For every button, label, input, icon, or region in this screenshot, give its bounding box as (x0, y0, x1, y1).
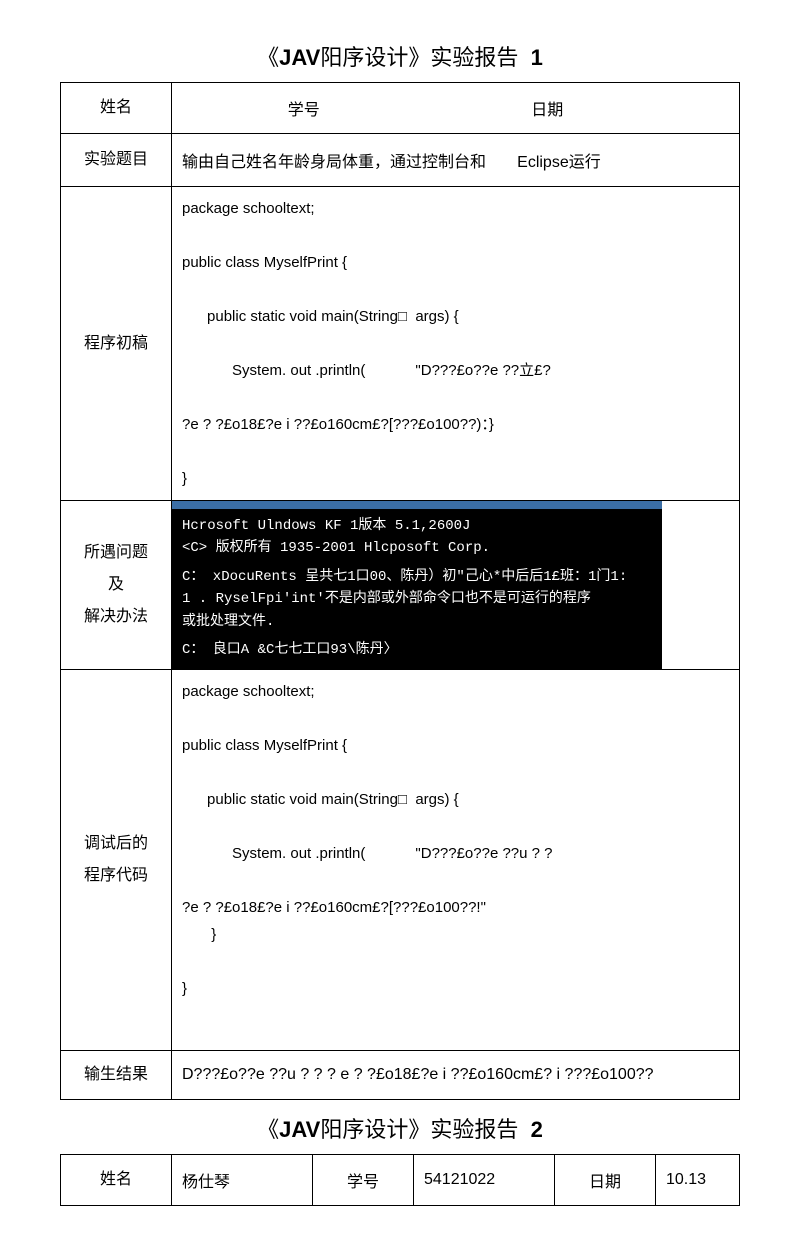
title-prefix: 《 (257, 45, 279, 70)
date-value: 10.13 (656, 1155, 740, 1206)
table-row: 实验题目 输由自己姓名年龄身局体重，通过控制台和 Eclipse运行 (61, 134, 740, 187)
topic-label: 实验题目 (61, 134, 172, 187)
topic-text2: Eclipse运行 (517, 154, 601, 171)
title-rest: 阳序设计》实验报告 (320, 45, 518, 70)
terminal-line: <C> 版权所有 1935-2001 Hlcposoft Corp. (182, 537, 652, 559)
terminal-output: Hcrosoft Ulndows KF 1版本 5.1,2600J <C> 版权… (172, 501, 662, 669)
topic-cell: 输由自己姓名年龄身局体重，通过控制台和 Eclipse运行 (172, 134, 740, 187)
name-label: 姓名 (61, 1155, 172, 1206)
report-title-2: 《JAV阳序设计》实验报告 2 (60, 1112, 740, 1144)
draft-code-cell: package schooltext; public class MyselfP… (172, 187, 740, 501)
title-prefix: 《 (257, 1117, 279, 1142)
title-num: 2 (531, 1117, 543, 1142)
id-label: 学号 (313, 1155, 414, 1206)
draft-label: 程序初稿 (61, 187, 172, 501)
id-date-cell: 学号 日期 (172, 83, 740, 134)
title-bold: JAV (279, 45, 320, 70)
table-row: 所遇问题 及 解决办法 Hcrosoft Ulndows KF 1版本 5.1,… (61, 501, 740, 670)
name-label: 姓名 (61, 83, 172, 134)
result-cell: D???£o??e ??u ? ? ? e ? ?£o18£?e i ??£o1… (172, 1051, 740, 1100)
result-label: 输生结果 (61, 1051, 172, 1100)
debug-label: 调试后的 程序代码 (61, 670, 172, 1051)
table-row: 调试后的 程序代码 package schooltext; public cla… (61, 670, 740, 1051)
debug-code: package schooltext; public class MyselfP… (182, 678, 729, 1002)
table-row: 程序初稿 package schooltext; public class My… (61, 187, 740, 501)
title-bold: JAV (279, 1117, 320, 1142)
problem-label-3: 解决办法 (71, 601, 161, 633)
report-table-2: 姓名 杨仕琴 学号 54121022 日期 10.13 (60, 1154, 740, 1206)
table-row: 姓名 杨仕琴 学号 54121022 日期 10.13 (61, 1155, 740, 1206)
terminal-cell: Hcrosoft Ulndows KF 1版本 5.1,2600J <C> 版权… (172, 501, 740, 670)
problem-label: 所遇问题 及 解决办法 (61, 501, 172, 670)
terminal-line: C： xDocuRents 呈共七1口00、陈丹）初"己心*中后后1£班：1门1… (182, 566, 652, 588)
problem-label-2: 及 (71, 569, 161, 601)
report-title-1: 《JAV阳序设计》实验报告 1 (60, 40, 740, 72)
id-label: 学号 (182, 96, 426, 120)
table-row: 输生结果 D???£o??e ??u ? ? ? e ? ?£o18£?e i … (61, 1051, 740, 1100)
debug-label-2: 程序代码 (71, 860, 161, 892)
terminal-titlebar (172, 501, 662, 509)
id-value: 54121022 (414, 1155, 555, 1206)
title-num: 1 (531, 45, 543, 70)
report-table-1: 姓名 学号 日期 实验题目 输由自己姓名年龄身局体重，通过控制台和 Eclips… (60, 82, 740, 1100)
terminal-line: Hcrosoft Ulndows KF 1版本 5.1,2600J (182, 515, 652, 537)
debug-label-1: 调试后的 (71, 828, 161, 860)
terminal-line: 或批处理文件. (182, 611, 652, 633)
name-value: 杨仕琴 (172, 1155, 313, 1206)
terminal-line: 1 . RyselFpi'int'不是内部或外部命令口也不是可运行的程序 (182, 588, 652, 610)
date-label: 日期 (555, 1155, 656, 1206)
topic-text1: 输由自己姓名年龄身局体重，通过控制台和 (182, 154, 486, 171)
result-text: D???£o??e ??u ? ? ? e ? ?£o18£?e i ??£o1… (182, 1066, 654, 1083)
draft-code: package schooltext; public class MyselfP… (182, 195, 729, 492)
terminal-line: C： 良口A &C七七工口93\陈丹〉 (182, 639, 652, 661)
debug-code-cell: package schooltext; public class MyselfP… (172, 670, 740, 1051)
date-label: 日期 (426, 96, 670, 120)
title-rest: 阳序设计》实验报告 (320, 1117, 518, 1142)
table-row: 姓名 学号 日期 (61, 83, 740, 134)
problem-label-1: 所遇问题 (71, 537, 161, 569)
